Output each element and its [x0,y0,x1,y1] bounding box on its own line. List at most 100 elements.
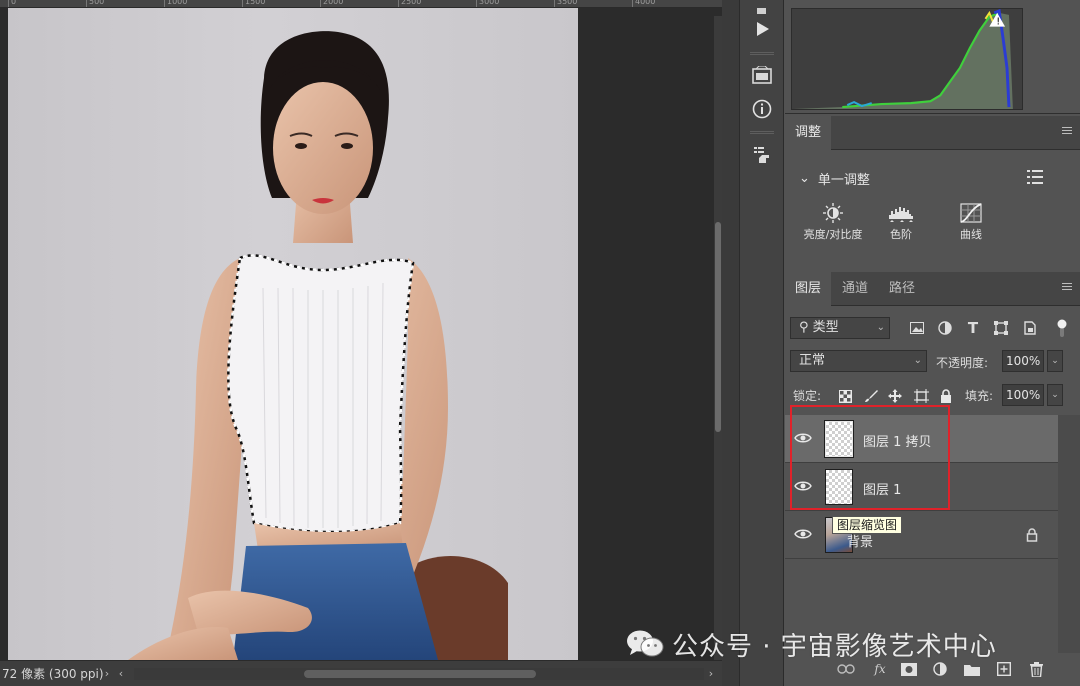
blend-mode-value: 正常 [799,353,826,368]
tooltip: 图层缩览图 [832,516,903,534]
new-adjustment-layer-icon[interactable] [931,661,949,677]
layer-row[interactable]: 背景 [785,511,1058,559]
brightness-contrast-icon [823,203,843,223]
scroll-thumb[interactable] [304,669,536,678]
add-mask-icon[interactable] [900,661,918,677]
layer-filter-select[interactable]: ⚲ 类型 ⌄ [790,317,890,339]
chevron-down-icon: ⌄ [799,171,810,186]
filter-smart-object-icon[interactable] [1020,320,1038,336]
fill-dropdown-icon[interactable]: ⌄ [1047,384,1063,406]
opacity-dropdown-icon[interactable]: ⌄ [1047,350,1063,372]
layer-name[interactable]: 图层 1 [863,479,901,498]
filter-type-icon[interactable]: T [964,319,982,337]
brightness-contrast-button[interactable]: 亮度/对比度 [801,203,865,242]
layers-list: 图层 1 拷贝 图层 1 背景 [785,415,1080,635]
tab-adjustments[interactable]: 调整 [785,116,832,150]
ruler-tick: 1500 [242,0,265,7]
adjustment-label: 亮度/对比度 [803,228,863,241]
levels-button[interactable]: 色阶 [869,203,933,242]
adjustment-label: 曲线 [960,228,982,241]
status-bar: 72 像素 (300 ppi) › ‹ › [0,660,722,686]
properties-icon[interactable] [747,142,777,168]
ruler-tick: 4000 [632,0,655,7]
new-group-folder-icon[interactable] [963,661,981,677]
tab-channels[interactable]: 通道 [832,272,878,306]
layers-tab-bar: 图层 通道 路径 [785,272,1080,306]
new-layer-icon[interactable] [995,661,1013,677]
scroll-right-arrow[interactable]: › [704,667,718,680]
horizontal-ruler: 0 500 1000 1500 2000 2500 3000 3500 4000 [0,0,722,8]
layer-row[interactable]: 图层 1 拷贝 [785,415,1058,463]
layer-name[interactable]: 图层 1 拷贝 [863,431,932,450]
info-icon[interactable] [747,96,777,122]
lock-position-icon[interactable] [887,388,903,404]
ruler-tick: 2000 [320,0,343,7]
lock-transparent-pixels-icon[interactable] [837,388,853,404]
filter-pixel-icon[interactable] [908,320,926,336]
ruler-tick: 0 [8,0,16,7]
tab-layers[interactable]: 图层 [785,272,832,306]
photoshop-window: 0 500 1000 1500 2000 2500 3000 3500 4000 [0,0,1080,686]
lock-all-icon[interactable] [938,388,954,404]
layer-filter-value: 类型 [812,320,839,335]
single-adjustment-label: 单一调整 [817,173,870,188]
link-layers-icon[interactable] [837,661,855,677]
chevron-down-icon: ⌄ [876,322,885,333]
document-canvas[interactable] [8,8,578,660]
layer-thumbnail[interactable] [825,469,853,505]
ruler-tick: 500 [86,0,104,7]
dock-collapse-strip[interactable] [722,0,740,686]
lock-artboard-icon[interactable] [913,388,929,404]
scroll-thumb[interactable] [715,222,721,432]
horizontal-scrollbar[interactable] [134,667,704,680]
dock-separator [750,131,774,134]
levels-icon [889,207,913,222]
filter-adjustment-icon[interactable] [936,320,954,336]
panel-menu-icon[interactable] [1062,283,1072,293]
opacity-input[interactable]: 100% [1002,350,1044,372]
ruler-tick: 3500 [554,0,577,7]
vertical-scrollbar[interactable] [714,16,722,668]
dock-separator [750,52,774,55]
chevron-down-icon: ⌄ [913,355,922,366]
eye-icon[interactable] [794,527,812,541]
eye-icon[interactable] [794,431,812,445]
portrait-photo [128,31,508,660]
lock-label: 锁定: [793,389,822,403]
delete-layer-trash-icon[interactable] [1027,661,1045,677]
scroll-left-arrow[interactable]: ‹ [114,667,128,680]
status-doc-info: 72 像素 (300 ppi) [2,667,104,681]
lock-image-pixels-icon[interactable] [863,388,879,404]
adjustments-tab-bar: 调整 [785,116,1080,150]
list-view-icon[interactable] [1027,169,1043,185]
opacity-label: 不透明度: [936,356,989,370]
fill-label: 填充: [965,389,994,403]
play-action-icon[interactable] [747,16,777,42]
histogram-panel: ! [785,0,1080,114]
status-menu-arrow[interactable]: › [100,667,114,680]
curves-button[interactable]: 曲线 [939,203,1003,242]
eye-icon[interactable] [794,479,812,493]
blend-mode-select[interactable]: 正常 ⌄ [790,350,927,372]
adjustment-label: 色阶 [890,228,912,241]
layer-thumbnail[interactable] [824,420,854,458]
filter-toggle-switch[interactable] [1053,319,1071,337]
adjustments-panel: ⌄ 单一调整 亮度/对比度 色阶 曲线 [785,151,1080,271]
canvas-area[interactable] [0,8,722,668]
layer-row[interactable]: 图层 1 [785,463,1058,511]
fill-input[interactable]: 100% [1002,384,1044,406]
layer-style-fx-icon[interactable]: fx [871,661,889,677]
layers-scrollbar[interactable] [1058,415,1080,665]
panel-menu-icon[interactable] [1062,127,1072,137]
lock-icon [1026,528,1038,542]
panel-dock [740,0,784,686]
layer-comps-icon[interactable] [747,62,777,88]
ruler-tick: 2500 [398,0,421,7]
ruler-tick: 1000 [164,0,187,7]
tab-paths[interactable]: 路径 [879,272,925,306]
histogram-graph: ! [791,8,1023,110]
single-adjustment-header[interactable]: ⌄ 单一调整 [799,169,870,188]
search-icon: ⚲ [799,320,809,335]
filter-shape-icon[interactable] [992,320,1010,336]
curves-icon [960,203,982,223]
